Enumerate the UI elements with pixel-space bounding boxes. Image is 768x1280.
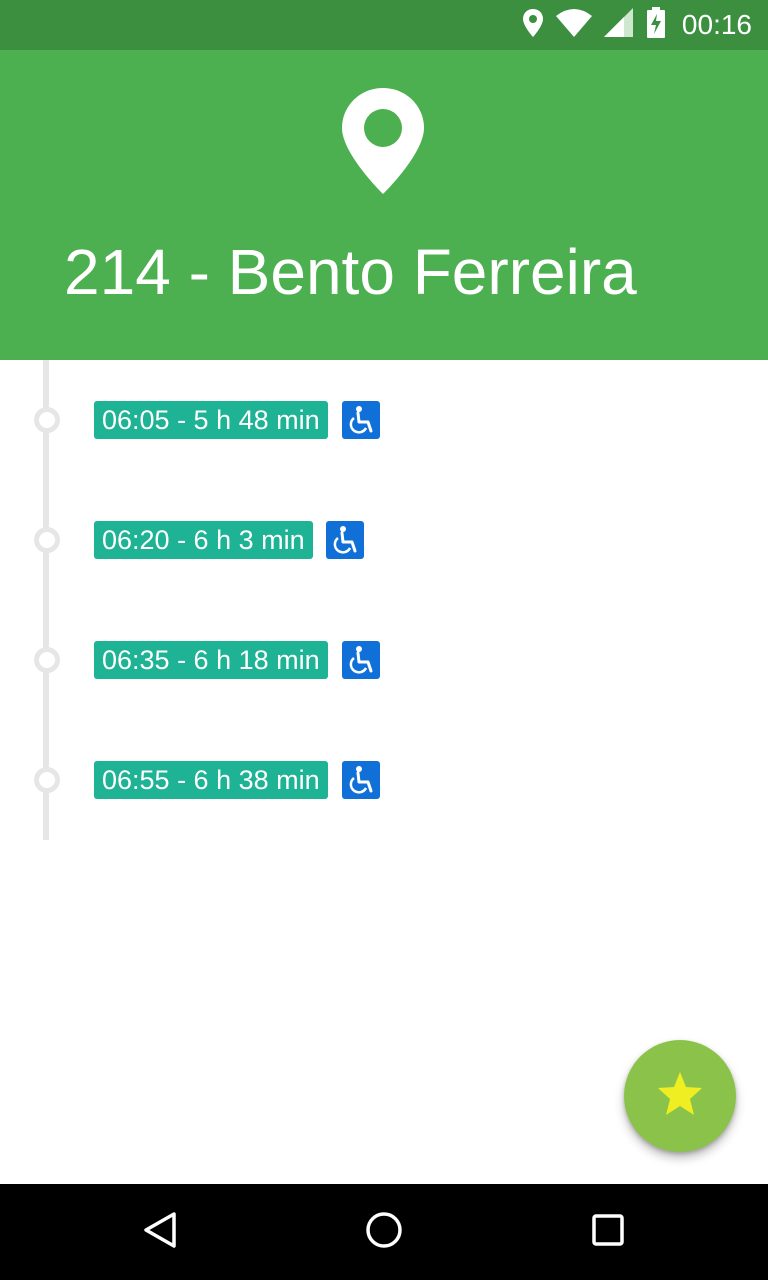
stop-header: 214 - Bento Ferreira — [0, 50, 768, 360]
wheelchair-icon — [342, 641, 380, 679]
timeline-dot — [34, 407, 60, 433]
wheelchair-icon — [342, 761, 380, 799]
page-title: 214 - Bento Ferreira — [64, 236, 637, 308]
departure-time-badge[interactable]: 06:05 - 5 h 48 min — [94, 401, 328, 439]
timeline-dot — [34, 527, 60, 553]
departure-item[interactable]: 06:35 - 6 h 18 min — [0, 641, 768, 681]
map-pin-icon — [341, 86, 425, 196]
recents-icon — [588, 1210, 628, 1255]
wheelchair-icon — [342, 401, 380, 439]
location-icon — [522, 8, 544, 43]
recents-button[interactable] — [584, 1208, 632, 1256]
departure-time-badge[interactable]: 06:20 - 6 h 3 min — [94, 521, 313, 559]
wheelchair-icon — [326, 521, 364, 559]
back-button[interactable] — [136, 1208, 184, 1256]
navigation-bar — [0, 1184, 768, 1280]
timeline-dot — [34, 647, 60, 673]
home-icon — [364, 1210, 404, 1255]
status-icons: 00:16 — [522, 0, 752, 50]
star-icon — [655, 1070, 705, 1123]
signal-icon — [603, 7, 634, 43]
status-time: 00:16 — [681, 9, 752, 40]
departure-item[interactable]: 06:20 - 6 h 3 min — [0, 521, 768, 561]
departure-time-badge[interactable]: 06:55 - 6 h 38 min — [94, 761, 328, 799]
wifi-icon — [555, 8, 592, 43]
favorite-fab-button[interactable] — [624, 1040, 736, 1152]
home-button[interactable] — [360, 1208, 408, 1256]
departure-item[interactable]: 06:55 - 6 h 38 min — [0, 761, 768, 801]
departure-time-badge[interactable]: 06:35 - 6 h 18 min — [94, 641, 328, 679]
status-bar: 00:16 — [0, 0, 768, 50]
back-icon — [140, 1210, 180, 1255]
timeline-dot — [34, 767, 60, 793]
departure-item[interactable]: 06:05 - 5 h 48 min — [0, 401, 768, 441]
battery-charging-icon — [646, 6, 666, 44]
